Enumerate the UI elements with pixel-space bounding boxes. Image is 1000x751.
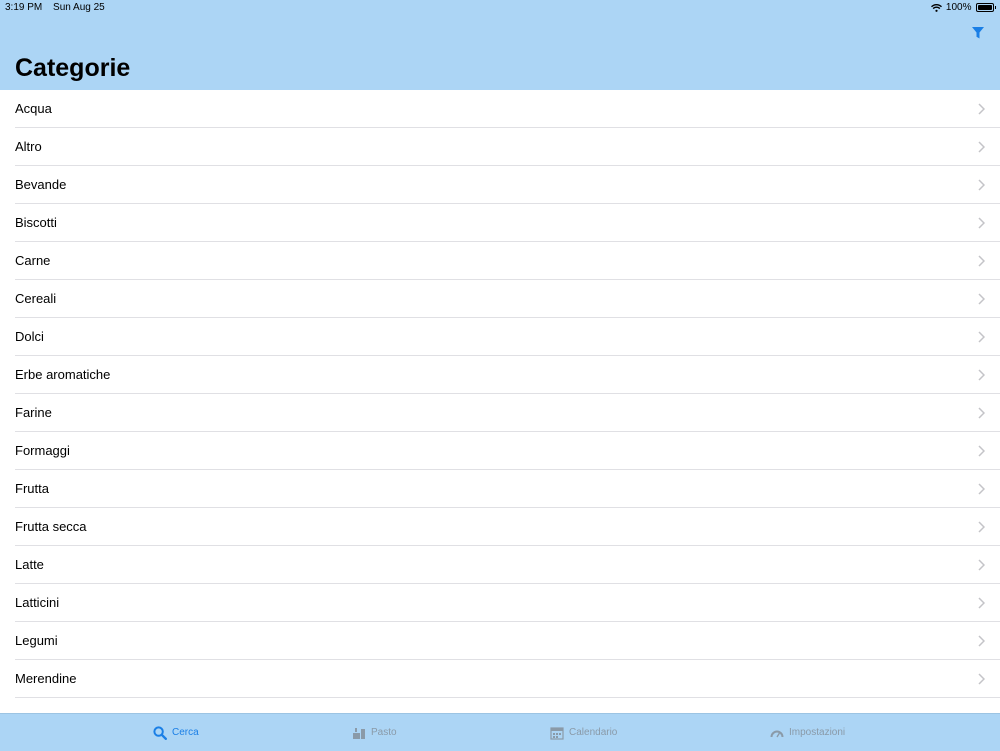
- tab-calendario[interactable]: Calendario: [550, 714, 617, 751]
- list-item-label: Bevande: [15, 177, 67, 192]
- list-item[interactable]: Altro: [0, 128, 1000, 166]
- list-item-label: Altro: [15, 139, 42, 154]
- chevron-right-icon: [978, 331, 985, 343]
- tab-label: Calendario: [569, 727, 618, 738]
- list-item-label: Merendine: [15, 671, 77, 686]
- status-bar: 3:19 PM Sun Aug 25 100%: [0, 0, 1000, 16]
- page-title: Categorie: [15, 54, 131, 82]
- battery-percentage: 100%: [945, 2, 972, 13]
- wifi-icon: [930, 3, 942, 12]
- chevron-right-icon: [978, 635, 985, 647]
- list-item[interactable]: Erbe aromatiche: [0, 356, 1000, 394]
- chevron-right-icon: [978, 255, 985, 267]
- chevron-right-icon: [978, 521, 985, 533]
- status-date: Sun Aug 25: [53, 2, 105, 13]
- meal-icon: [353, 727, 365, 739]
- list-item[interactable]: Carne: [0, 242, 1000, 280]
- filter-icon[interactable]: [971, 26, 985, 40]
- list-item-label: Latte: [15, 557, 44, 572]
- list-item[interactable]: Latte: [0, 546, 1000, 584]
- list-item-label: Latticini: [15, 595, 60, 610]
- list-item[interactable]: Merendine: [0, 660, 1000, 698]
- list-item[interactable]: Frutta: [0, 470, 1000, 508]
- list-item[interactable]: Dolci: [0, 318, 1000, 356]
- chevron-right-icon: [978, 445, 985, 457]
- list-item[interactable]: Frutta secca: [0, 508, 1000, 546]
- tab-pasto[interactable]: Pasto: [352, 714, 397, 751]
- list-item-label: Farine: [15, 405, 52, 420]
- tab-cerca[interactable]: Cerca: [153, 714, 199, 751]
- settings-icon: [770, 730, 784, 737]
- chevron-right-icon: [978, 179, 985, 191]
- category-list[interactable]: Acqua Altro Bevande Biscotti Carne Cereali Dol…: [0, 90, 1000, 713]
- calendar-icon: [550, 726, 564, 740]
- tab-label: Pasto: [371, 727, 397, 738]
- chevron-right-icon: [978, 369, 985, 381]
- list-item-label: Erbe aromatiche: [15, 367, 111, 382]
- list-item-label: Legumi: [15, 633, 58, 648]
- search-icon: [153, 725, 167, 740]
- list-item[interactable]: Formaggi: [0, 432, 1000, 470]
- list-item[interactable]: Latticini: [0, 584, 1000, 622]
- chevron-right-icon: [978, 141, 985, 153]
- list-item-label: Carne: [15, 253, 51, 268]
- chevron-right-icon: [978, 217, 985, 229]
- list-item-label: Cereali: [15, 291, 57, 306]
- list-item-label: Acqua: [15, 101, 52, 116]
- tab-label: Cerca: [172, 727, 199, 738]
- battery-icon: [975, 3, 994, 12]
- list-item[interactable]: Legumi: [0, 622, 1000, 660]
- list-item[interactable]: Cereali: [0, 280, 1000, 318]
- list-item[interactable]: Farine: [0, 394, 1000, 432]
- tab-impostazioni[interactable]: Impostazioni: [770, 714, 845, 751]
- list-item-label: Formaggi: [15, 443, 70, 458]
- list-item[interactable]: Acqua: [0, 90, 1000, 128]
- list-item-label: Biscotti: [15, 215, 57, 230]
- navigation-bar: Categorie: [0, 16, 1000, 90]
- tab-label: Impostazioni: [789, 727, 846, 738]
- list-item[interactable]: Biscotti: [0, 204, 1000, 242]
- list-item-label: Frutta: [15, 481, 49, 496]
- chevron-right-icon: [978, 597, 985, 609]
- list-item-label: Dolci: [15, 329, 44, 344]
- chevron-right-icon: [978, 483, 985, 495]
- chevron-right-icon: [978, 103, 985, 115]
- tab-bar: Cerca Pasto Calendario Impostazioni: [0, 713, 1000, 751]
- list-item[interactable]: Bevande: [0, 166, 1000, 204]
- chevron-right-icon: [978, 293, 985, 305]
- status-time: 3:19 PM: [5, 2, 43, 13]
- chevron-right-icon: [978, 673, 985, 685]
- chevron-right-icon: [978, 407, 985, 419]
- list-item-label: Frutta secca: [15, 519, 87, 534]
- chevron-right-icon: [978, 559, 985, 571]
